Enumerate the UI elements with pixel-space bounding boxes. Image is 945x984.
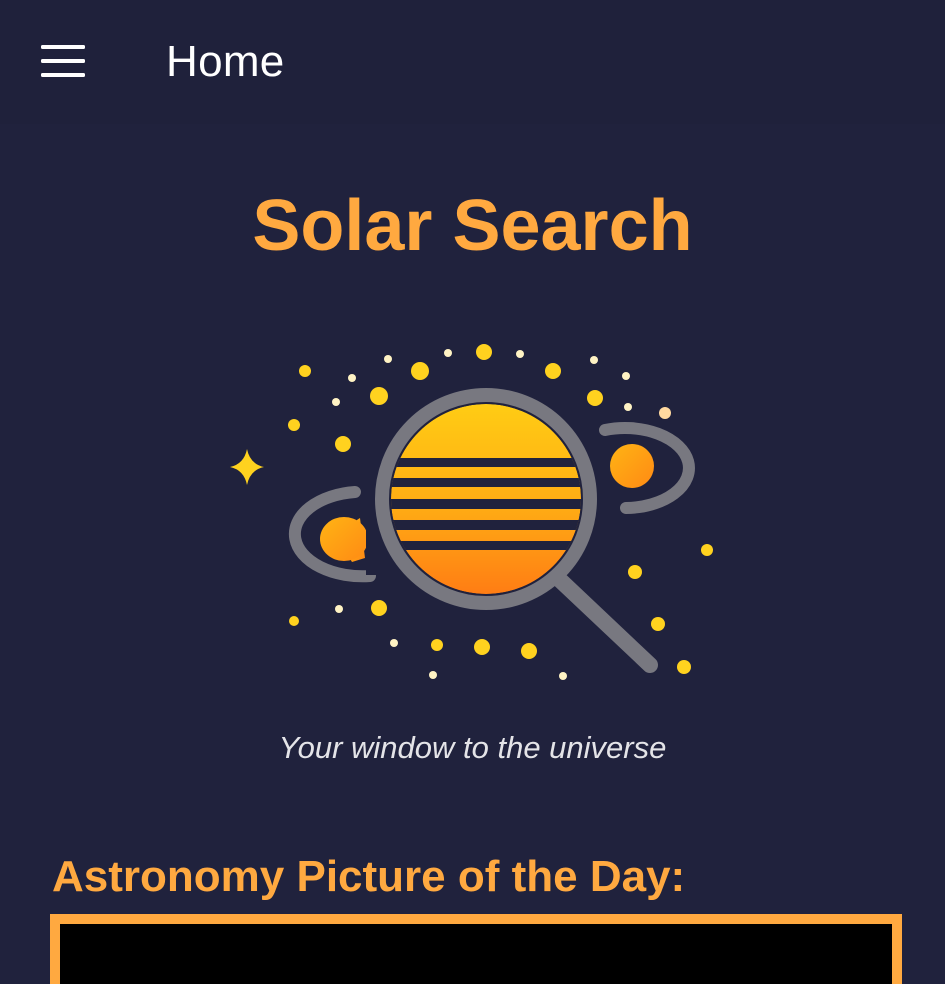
hamburger-menu-icon bbox=[41, 45, 85, 77]
app-name-heading: Solar Search bbox=[252, 186, 693, 266]
menu-button[interactable] bbox=[30, 30, 96, 92]
planet-magnifier-logo-icon bbox=[230, 344, 713, 680]
tagline: Your window to the universe bbox=[278, 730, 667, 765]
apod-heading: Astronomy Picture of the Day: bbox=[52, 852, 686, 901]
apod-image-card[interactable] bbox=[50, 914, 902, 984]
home-content: Solar Search Your window to the universe… bbox=[0, 124, 945, 984]
page-title: Home bbox=[166, 37, 285, 86]
app-bar: Home bbox=[0, 0, 945, 124]
